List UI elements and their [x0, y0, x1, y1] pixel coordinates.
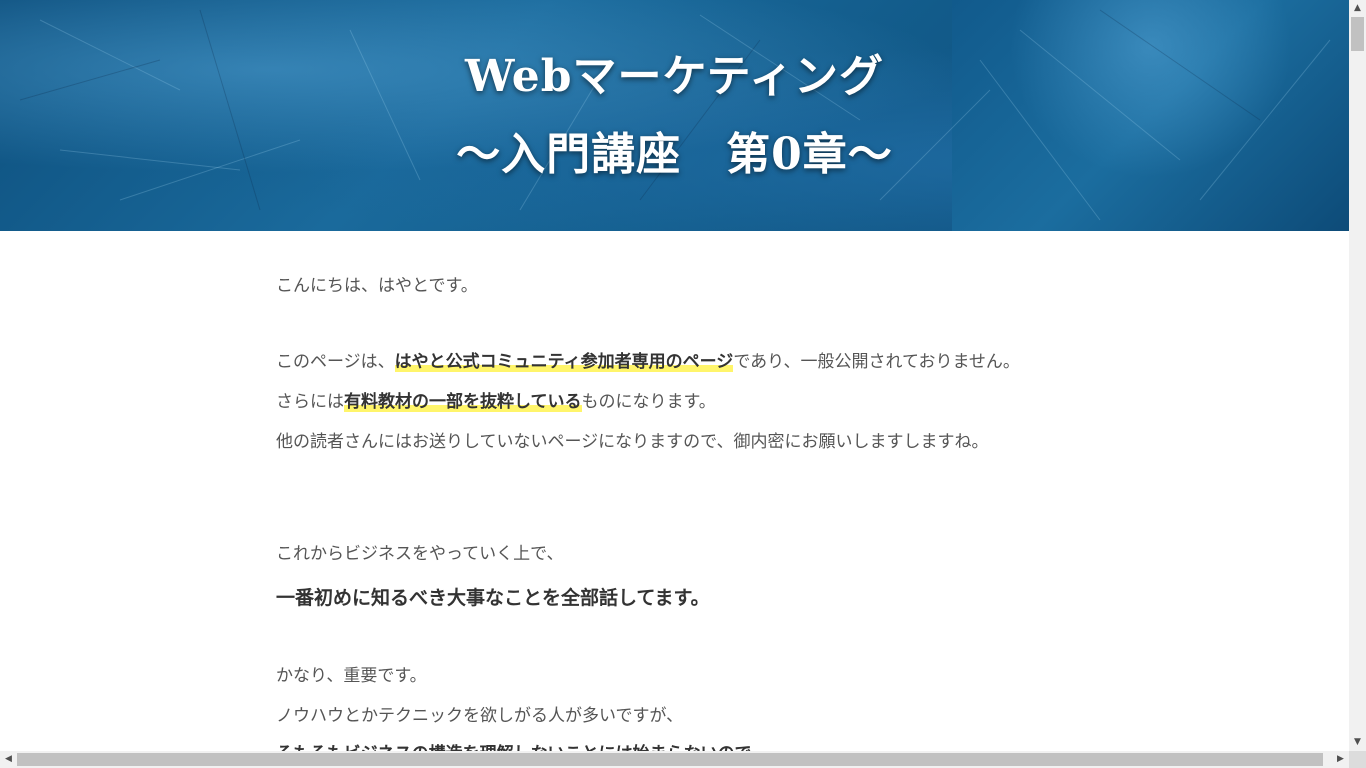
scrollbar-corner	[1349, 751, 1366, 768]
highlight-paid-excerpt: 有料教材の一部を抜粋している	[344, 392, 582, 412]
paragraph-structure-partial: そもそもビジネスの構造を理解しないことには始まらないので	[276, 742, 752, 751]
hero-title: Webマーケティング 〜入門講座 第0章〜	[0, 38, 1349, 194]
paragraph-business-intro: これからビジネスをやっていく上で、	[276, 544, 564, 564]
vertical-scroll-thumb[interactable]	[1351, 17, 1364, 51]
paragraph-knowhow: ノウハウとかテクニックを欲しがる人が多いですが、	[276, 706, 684, 726]
paragraph-greeting: こんにちは、はやとです。	[276, 276, 478, 296]
hero-title-line-1: Webマーケティング	[464, 51, 885, 102]
scroll-down-arrow-icon[interactable]: ▼	[1349, 734, 1366, 751]
highlight-members-only: はやと公式コミュニティ参加者専用のページ	[394, 352, 734, 372]
paragraph-very-important: かなり、重要です。	[276, 666, 427, 686]
paragraph-paid-excerpt: さらには有料教材の一部を抜粋しているものになります。	[276, 390, 716, 414]
vertical-scrollbar[interactable]: ▲ ▼	[1349, 0, 1366, 751]
hero-banner: Webマーケティング 〜入門講座 第0章〜	[0, 0, 1349, 231]
horizontal-scrollbar[interactable]: ◀ ▶	[0, 751, 1349, 768]
hero-title-line-2: 〜入門講座 第0章〜	[456, 129, 893, 180]
paragraph-paid-excerpt-suffix: ものになります。	[581, 392, 716, 412]
paragraph-most-important-bold: 一番初めに知るべき大事なことを全部話してます。	[276, 587, 710, 609]
paragraph-confidential: 他の読者さんにはお送りしていないページになりますので、御内密にお願いしますします…	[276, 432, 989, 452]
scroll-left-arrow-icon[interactable]: ◀	[0, 751, 17, 768]
paragraph-paid-excerpt-prefix: さらには	[276, 392, 344, 412]
paragraph-members-only: このページは、はやと公式コミュニティ参加者専用のページであり、一般公開されており…	[276, 350, 1020, 374]
horizontal-scroll-thumb[interactable]	[17, 753, 1323, 766]
scroll-up-arrow-icon[interactable]: ▲	[1349, 0, 1366, 17]
paragraph-members-only-suffix: であり、一般公開されておりません。	[733, 352, 1020, 372]
paragraph-members-only-prefix: このページは、	[276, 352, 395, 372]
page-viewport: Webマーケティング 〜入門講座 第0章〜 こんにちは、はやとです。 このページ…	[0, 0, 1349, 751]
scroll-right-arrow-icon[interactable]: ▶	[1332, 751, 1349, 768]
